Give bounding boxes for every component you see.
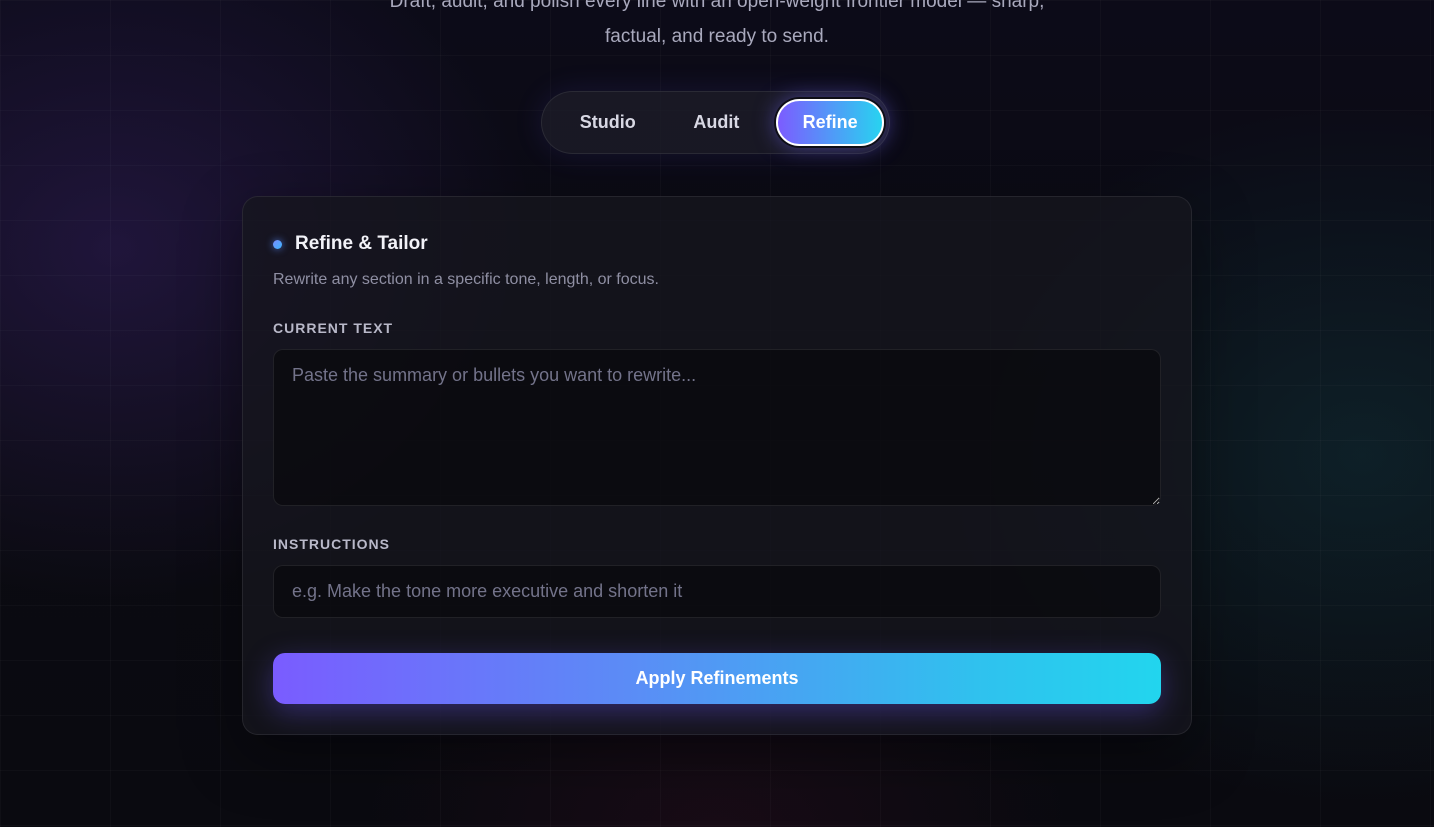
current-text-label: CURRENT TEXT: [273, 320, 394, 336]
subtitle-line-2: factual, and ready to send.: [605, 26, 829, 47]
instructions-input[interactable]: [273, 565, 1161, 618]
mode-tabs: Studio Audit Refine: [541, 91, 890, 154]
refine-card: Refine & Tailor Rewrite any section in a…: [242, 196, 1192, 735]
current-text-input[interactable]: [273, 349, 1161, 506]
tab-refine[interactable]: Refine: [776, 99, 884, 146]
tab-studio[interactable]: Studio: [553, 99, 663, 146]
status-dot-icon: [273, 239, 282, 249]
subtitle-line-1: Draft, audit, and polish every line with…: [389, 0, 1045, 12]
card-title: Refine & Tailor: [295, 233, 428, 254]
card-header: Refine & Tailor: [273, 233, 428, 255]
instructions-label: INSTRUCTIONS: [273, 536, 390, 552]
card-description: Rewrite any section in a specific tone, …: [273, 271, 659, 288]
apply-refinements-button[interactable]: Apply Refinements: [273, 653, 1161, 704]
page-subtitle: Draft, audit, and polish every line with…: [0, 0, 1434, 54]
tab-audit[interactable]: Audit: [663, 99, 771, 146]
